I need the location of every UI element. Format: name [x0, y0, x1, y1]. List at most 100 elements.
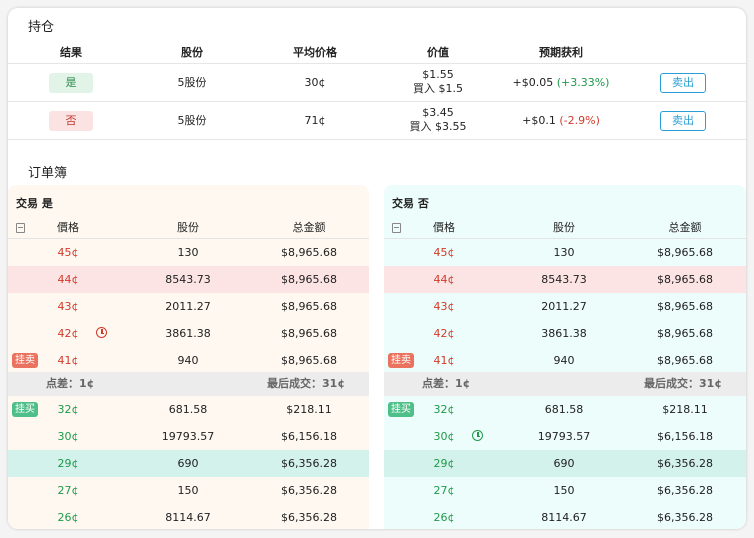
bid-total: $218.11 [286, 403, 332, 416]
position-value: $3.45 買入 $3.55 [393, 106, 483, 134]
ask-shares: 2011.27 [165, 300, 211, 313]
ask-shares: 940 [553, 354, 575, 367]
bid-total: $6,356.28 [281, 511, 337, 524]
sell-button[interactable]: 卖出 [660, 111, 706, 131]
bid-row[interactable]: 27¢ 150 $6,356.28 [8, 477, 369, 504]
bid-shares: 8114.67 [165, 511, 211, 524]
ask-price: 45¢ [433, 246, 455, 259]
position-profit: +$0.05 (+3.33%) [496, 75, 626, 91]
ask-price: 43¢ [57, 300, 79, 313]
ask-row[interactable]: 42¢ 3861.38 $8,965.68 [8, 320, 369, 347]
bid-total: $218.11 [662, 403, 708, 416]
ask-row[interactable]: 43¢ 2011.27 $8,965.68 [8, 293, 369, 320]
bid-row[interactable]: 29¢ 690 $6,356.28 [8, 450, 369, 477]
bid-row[interactable]: 30¢ 19793.57 $6,156.18 [384, 423, 746, 450]
ask-shares: 130 [553, 246, 575, 259]
ask-total: $8,965.68 [657, 300, 713, 313]
bid-row[interactable]: 27¢ 150 $6,356.28 [384, 477, 746, 504]
positions-title: 持仓 [28, 20, 55, 35]
ask-shares: 130 [177, 246, 199, 259]
ask-price: 41¢ [433, 354, 455, 367]
trading-panel: 持仓 结果 股份 平均价格 价值 预期获利 是 5股份 30¢ $1.55 買入… [8, 8, 746, 529]
bid-price: 27¢ [433, 484, 455, 497]
bid-price: 32¢ [57, 403, 79, 416]
ask-price: 43¢ [433, 300, 455, 313]
ask-price: 44¢ [57, 273, 79, 286]
book-header: 價格 股份 总金额 [384, 219, 746, 239]
bid-shares: 690 [177, 457, 199, 470]
bid-total: $6,356.28 [657, 484, 713, 497]
bid-row[interactable]: 26¢ 8114.67 $6,356.28 [384, 504, 746, 529]
bid-total: $6,356.28 [657, 457, 713, 470]
ask-row[interactable]: 44¢ 8543.73 $8,965.68 [384, 266, 746, 293]
ask-row[interactable]: 挂卖 41¢ 940 $8,965.68 [8, 347, 369, 374]
clock-icon [472, 430, 483, 441]
header-avg-price: 平均价格 [293, 46, 337, 59]
ask-shares: 3861.38 [541, 327, 587, 340]
ask-row[interactable]: 42¢ 3861.38 $8,965.68 [384, 320, 746, 347]
orderbook-title: 订单簿 [28, 166, 68, 181]
bid-row[interactable]: 挂买 32¢ 681.58 $218.11 [384, 396, 746, 423]
ask-row[interactable]: 43¢ 2011.27 $8,965.68 [384, 293, 746, 320]
ask-price: 41¢ [57, 354, 79, 367]
bid-row[interactable]: 29¢ 690 $6,356.28 [384, 450, 746, 477]
bid-shares: 19793.57 [537, 430, 591, 443]
sort-icon[interactable] [16, 223, 25, 233]
bid-total: $6,356.28 [281, 457, 337, 470]
position-value-current: $1.55 [422, 68, 454, 81]
ask-tag: 挂卖 [388, 353, 414, 368]
ask-row[interactable]: 45¢ 130 $8,965.68 [384, 239, 746, 266]
bid-shares: 150 [177, 484, 199, 497]
book-title: 交易 是 [16, 197, 53, 210]
position-avg-price: 71¢ [304, 114, 326, 127]
ask-price: 44¢ [433, 273, 455, 286]
ask-price: 42¢ [57, 327, 79, 340]
header-result: 结果 [60, 46, 82, 59]
profit-percent: (+3.33%) [556, 76, 610, 89]
ask-total: $8,965.68 [281, 354, 337, 367]
bid-row[interactable]: 26¢ 8114.67 $6,356.28 [8, 504, 369, 529]
position-row-no: 否 5股份 71¢ $3.45 買入 $3.55 +$0.1 (-2.9%) 卖… [8, 101, 746, 139]
bid-tag: 挂买 [12, 402, 38, 417]
profit-amount: +$0.05 [512, 76, 554, 89]
header-expected-profit: 预期获利 [539, 46, 583, 59]
bid-price: 32¢ [433, 403, 455, 416]
orderbook-yes: 交易 是 價格 股份 总金额 45¢ 130 $8,965.68 44¢ 854… [8, 185, 369, 529]
bid-tag: 挂买 [388, 402, 414, 417]
ask-shares: 940 [177, 354, 199, 367]
bid-total: $6,156.18 [657, 430, 713, 443]
spread-bar: 点差：1¢ 最后成交：31¢ [384, 372, 746, 396]
ask-total: $8,965.68 [657, 246, 713, 259]
ask-row[interactable]: 45¢ 130 $8,965.68 [8, 239, 369, 266]
ask-row[interactable]: 挂卖 41¢ 940 $8,965.68 [384, 347, 746, 374]
sort-icon[interactable] [392, 223, 401, 233]
bid-row[interactable]: 30¢ 19793.57 $6,156.18 [8, 423, 369, 450]
ask-total: $8,965.68 [657, 327, 713, 340]
position-shares: 5股份 [177, 114, 207, 127]
ask-total: $8,965.68 [281, 273, 337, 286]
bid-shares: 690 [553, 457, 575, 470]
ask-row[interactable]: 44¢ 8543.73 $8,965.68 [8, 266, 369, 293]
ask-shares: 2011.27 [541, 300, 587, 313]
book-title: 交易 否 [392, 197, 429, 210]
bid-price: 29¢ [57, 457, 79, 470]
divider [8, 139, 746, 140]
header-shares: 股份 [181, 46, 203, 59]
header-shares: 股份 [177, 221, 199, 234]
position-value: $1.55 買入 $1.5 [393, 68, 483, 96]
book-header: 價格 股份 总金额 [8, 219, 369, 239]
result-badge-yes: 是 [49, 73, 93, 93]
bid-price: 30¢ [433, 430, 455, 443]
bid-price: 26¢ [57, 511, 79, 524]
profit-percent: (-2.9%) [559, 114, 600, 127]
spread-text: 点差：1¢ [422, 377, 471, 390]
bid-shares: 150 [553, 484, 575, 497]
bid-price: 27¢ [57, 484, 79, 497]
ask-total: $8,965.68 [657, 354, 713, 367]
sell-button[interactable]: 卖出 [660, 73, 706, 93]
position-row-yes: 是 5股份 30¢ $1.55 買入 $1.5 +$0.05 (+3.33%) … [8, 63, 746, 101]
bid-row[interactable]: 挂买 32¢ 681.58 $218.11 [8, 396, 369, 423]
spread-text: 点差：1¢ [46, 377, 95, 390]
ask-total: $8,965.68 [657, 273, 713, 286]
bid-shares: 8114.67 [541, 511, 587, 524]
